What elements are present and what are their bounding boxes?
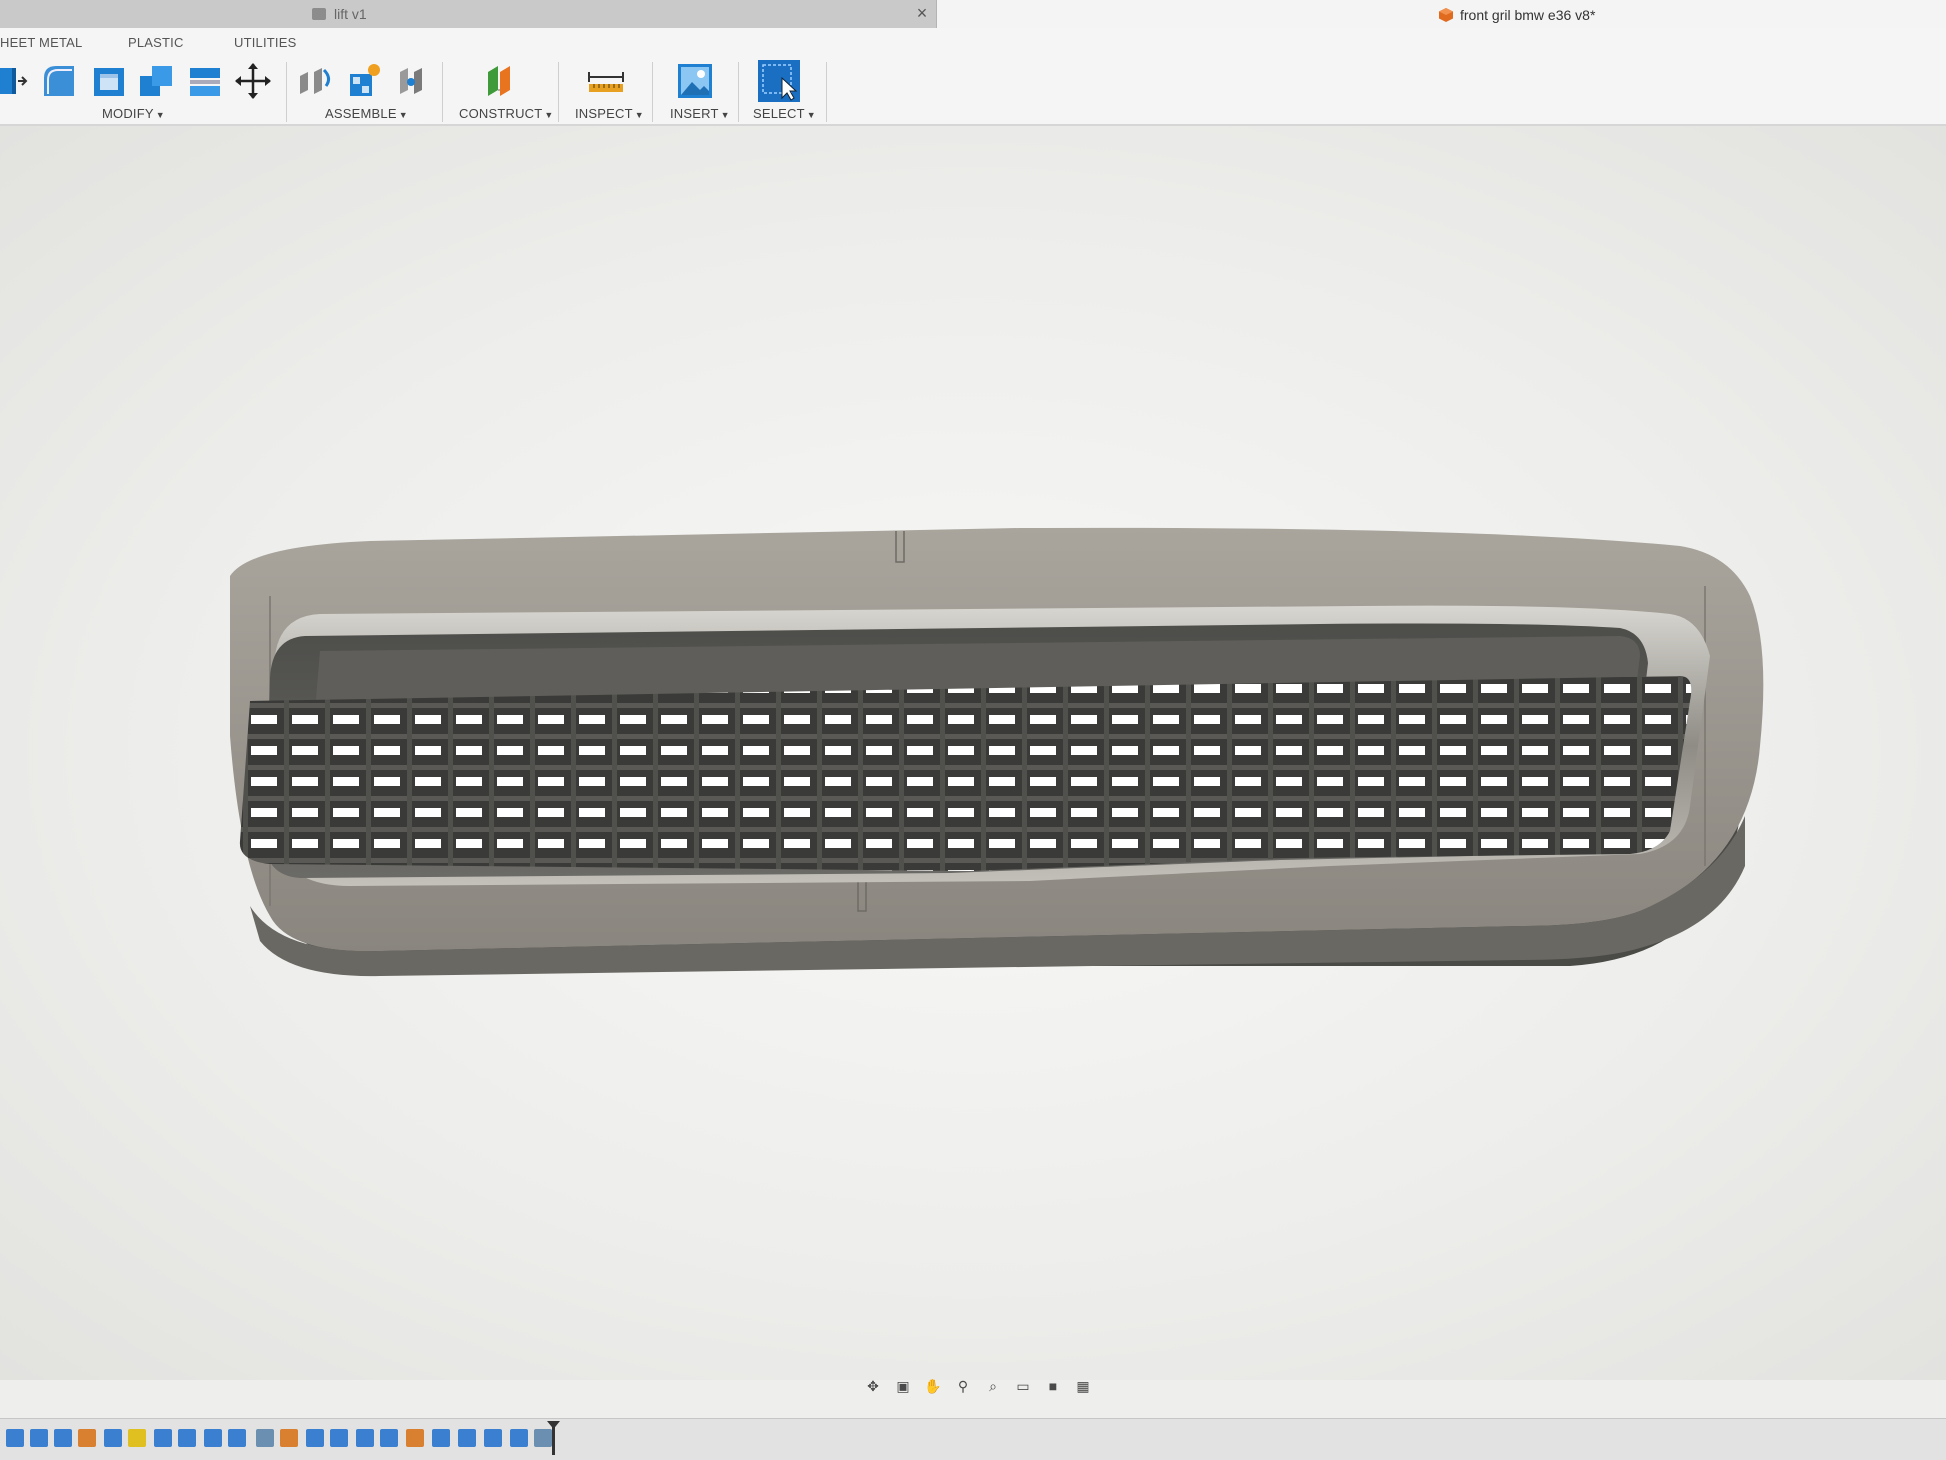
press-pull-icon[interactable]	[0, 60, 34, 102]
timeline-feature[interactable]	[432, 1429, 450, 1447]
grille-model[interactable]	[120, 486, 1820, 1206]
zoom-icon[interactable]: ⚲	[950, 1375, 976, 1397]
timeline-feature[interactable]	[534, 1429, 552, 1447]
look-at-icon[interactable]: ▣	[890, 1375, 916, 1397]
grille-mesh	[239, 676, 1692, 871]
as-built-joint-icon[interactable]	[392, 60, 434, 102]
chevron-down-icon: ▼	[720, 110, 730, 120]
toolbar: HEET METAL PLASTIC UTILITIES MODIFY ▼ ASS…	[0, 28, 1946, 126]
pan-icon[interactable]: ✋	[920, 1375, 946, 1397]
timeline-feature[interactable]	[154, 1429, 172, 1447]
select-label: SELECT	[753, 106, 805, 121]
select-icon[interactable]	[758, 60, 800, 102]
timeline	[0, 1418, 1946, 1460]
timeline-sketch[interactable]	[280, 1429, 298, 1447]
move-icon[interactable]	[232, 60, 274, 102]
insert-label: INSERT	[670, 106, 719, 121]
display-settings-icon[interactable]: ▭	[1010, 1375, 1036, 1397]
chevron-down-icon: ▼	[155, 110, 165, 120]
workspace-tab-sheet-metal[interactable]: HEET METAL	[0, 35, 82, 50]
timeline-feature[interactable]	[204, 1429, 222, 1447]
timeline-sketch[interactable]	[406, 1429, 424, 1447]
toolbar-divider	[286, 62, 287, 122]
timeline-feature[interactable]	[330, 1429, 348, 1447]
timeline-feature[interactable]	[178, 1429, 196, 1447]
construct-label: CONSTRUCT	[459, 106, 543, 121]
document-icon	[1439, 8, 1453, 22]
timeline-feature[interactable]	[54, 1429, 72, 1447]
combine-icon[interactable]	[136, 60, 178, 102]
offset-plane-icon[interactable]	[480, 60, 522, 102]
timeline-feature[interactable]	[356, 1429, 374, 1447]
chevron-down-icon: ▼	[544, 110, 554, 120]
timeline-feature[interactable]	[256, 1429, 274, 1447]
timeline-feature-warning[interactable]	[128, 1429, 146, 1447]
inspect-menu[interactable]: INSPECT ▼	[575, 106, 644, 121]
document-tab-title: lift v1	[334, 6, 367, 22]
timeline-feature[interactable]	[306, 1429, 324, 1447]
document-tab-front-gril[interactable]: front gril bmw e36 v8*	[937, 0, 1946, 28]
timeline-feature[interactable]	[228, 1429, 246, 1447]
new-component-icon[interactable]	[342, 60, 384, 102]
toolbar-divider	[558, 62, 559, 122]
toolbar-divider	[652, 62, 653, 122]
assemble-label: ASSEMBLE	[325, 106, 397, 121]
timeline-feature[interactable]	[484, 1429, 502, 1447]
document-tab-strip: lift v1 × front gril bmw e36 v8*	[0, 0, 1946, 28]
split-body-icon[interactable]	[184, 60, 226, 102]
close-icon[interactable]: ×	[913, 3, 931, 23]
chevron-down-icon: ▼	[634, 110, 644, 120]
timeline-feature[interactable]	[458, 1429, 476, 1447]
select-menu[interactable]: SELECT ▼	[753, 106, 816, 121]
toolbar-divider	[738, 62, 739, 122]
orbit-icon[interactable]: ✥	[860, 1375, 886, 1397]
timeline-sketch[interactable]	[78, 1429, 96, 1447]
chevron-down-icon: ▼	[806, 110, 816, 120]
modify-label: MODIFY	[102, 106, 154, 121]
measure-icon[interactable]	[585, 60, 627, 102]
document-tab-title: front gril bmw e36 v8*	[1460, 7, 1596, 23]
shell-icon[interactable]	[88, 60, 130, 102]
3d-viewport[interactable]	[0, 126, 1946, 1380]
fit-icon[interactable]: ⌕	[980, 1375, 1006, 1397]
workspace-tab-utilities[interactable]: UTILITIES	[234, 35, 296, 50]
timeline-feature[interactable]	[380, 1429, 398, 1447]
timeline-feature[interactable]	[6, 1429, 24, 1447]
visual-style-icon[interactable]: ■	[1040, 1375, 1066, 1397]
chevron-down-icon: ▼	[398, 110, 408, 120]
insert-menu[interactable]: INSERT ▼	[670, 106, 730, 121]
document-tab-lift[interactable]: lift v1 ×	[0, 0, 937, 28]
toolbar-divider	[826, 62, 827, 122]
fillet-icon[interactable]	[38, 60, 80, 102]
component-icon	[312, 8, 326, 20]
insert-image-icon[interactable]	[674, 60, 716, 102]
timeline-feature[interactable]	[510, 1429, 528, 1447]
modify-menu[interactable]: MODIFY ▼	[102, 106, 165, 121]
toolbar-divider	[442, 62, 443, 122]
assemble-menu[interactable]: ASSEMBLE ▼	[325, 106, 408, 121]
timeline-marker[interactable]	[552, 1421, 555, 1455]
navigation-bar: ✥ ▣ ✋ ⚲ ⌕ ▭ ■ ▦	[860, 1372, 1110, 1400]
timeline-feature[interactable]	[104, 1429, 122, 1447]
timeline-feature[interactable]	[30, 1429, 48, 1447]
joint-icon[interactable]	[294, 60, 336, 102]
grid-icon[interactable]: ▦	[1070, 1375, 1096, 1397]
inspect-label: INSPECT	[575, 106, 633, 121]
workspace-tab-plastic[interactable]: PLASTIC	[128, 35, 184, 50]
construct-menu[interactable]: CONSTRUCT ▼	[459, 106, 554, 121]
